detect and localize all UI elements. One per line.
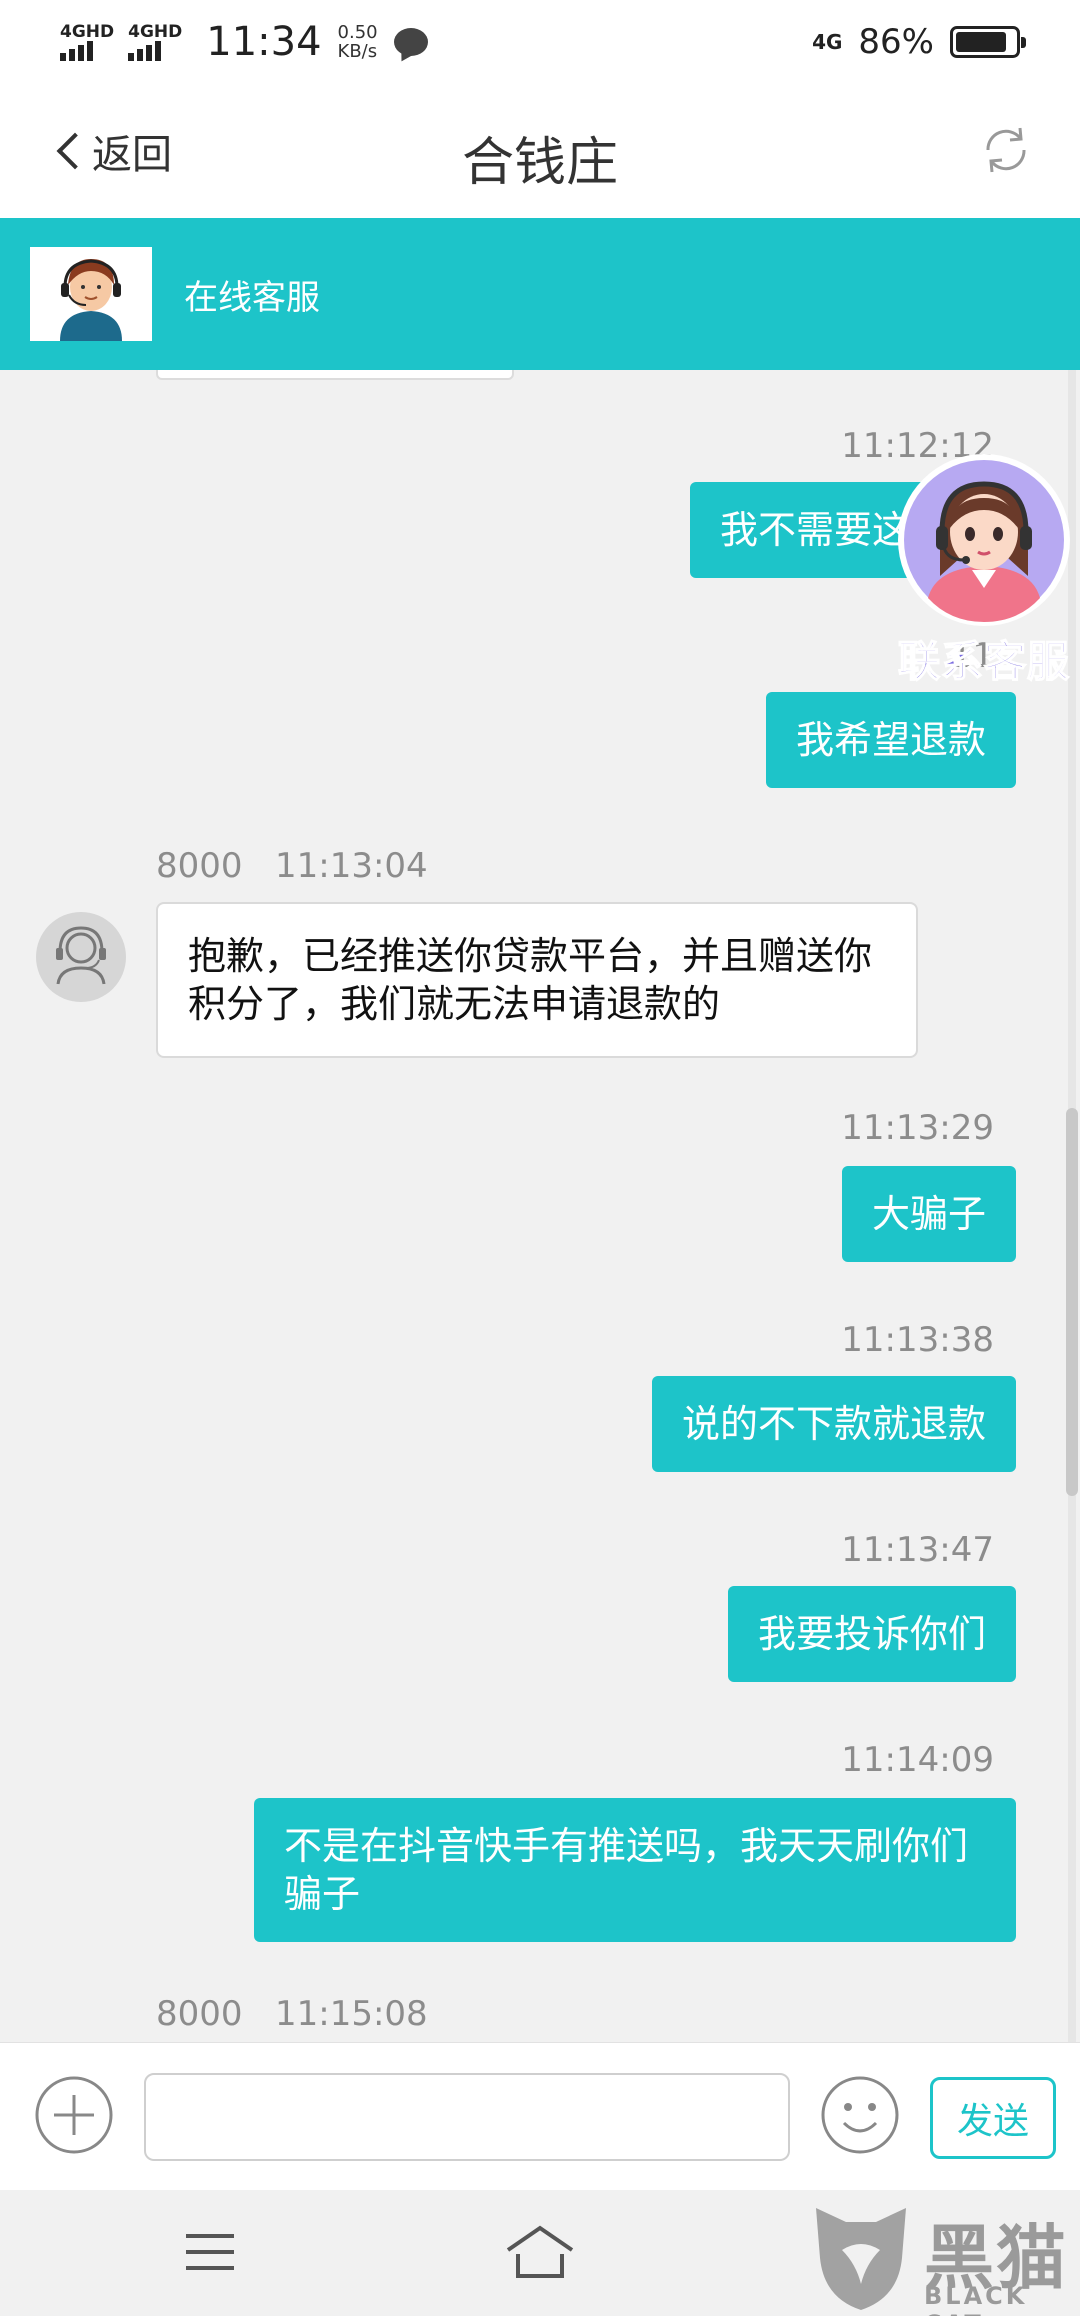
- battery-fill: [956, 32, 1006, 52]
- top-nav: 返回 合钱庄: [0, 84, 1080, 218]
- watermark-subtext: BLACK CAT: [924, 2282, 1028, 2316]
- speed-unit: KB/s: [337, 41, 378, 62]
- message-timestamp: 11:15:08: [274, 1994, 428, 2034]
- sender-id: 8000: [156, 1994, 243, 2034]
- banner-title: 在线客服: [184, 277, 320, 318]
- scrollbar[interactable]: [1066, 1108, 1078, 1496]
- page-title: 合钱庄: [461, 133, 618, 193]
- agent-avatar: [36, 912, 126, 1002]
- message-timestamp: 11:13:47: [841, 1530, 994, 1570]
- smiley-icon[interactable]: [820, 2075, 900, 2155]
- watermark: 黑猫 BLACK CAT: [806, 2198, 1080, 2316]
- battery-icon: [950, 26, 1026, 58]
- message-sender-row: 8000 11:13:04: [156, 846, 428, 886]
- agent-illustration: [30, 247, 152, 341]
- message-timestamp: 11:13:29: [841, 1108, 994, 1148]
- message-input[interactable]: [144, 2073, 790, 2161]
- status-bar: 4GHD 4GHD 11:34 0.50 KB/s 4G 86%: [0, 0, 1080, 84]
- outgoing-message[interactable]: 大骗子: [841, 1166, 1016, 1262]
- headset-user-icon: [56, 926, 106, 985]
- customer-service-avatar: [30, 247, 152, 341]
- system-nav-bar: 黑猫 BLACK CAT: [0, 2190, 1080, 2316]
- clock: 11:34: [206, 19, 322, 65]
- sim2-label: 4GHD: [128, 22, 183, 42]
- outgoing-message[interactable]: 不是在抖音快手有推送吗，我天天刷你们骗子: [254, 1798, 1016, 1942]
- contact-support-widget[interactable]: 联系客服: [888, 448, 1080, 688]
- message-timestamp: 11:13:04: [274, 846, 428, 886]
- plus-circle-icon[interactable]: [34, 2075, 114, 2155]
- contact-support-label: 联系客服: [897, 636, 1070, 687]
- battery-percent: 86%: [858, 22, 934, 62]
- previous-message-stub: [156, 370, 514, 380]
- outgoing-message[interactable]: 说的不下款就退款: [651, 1376, 1016, 1472]
- outgoing-message[interactable]: 我希望退款: [765, 692, 1016, 788]
- sim1-signal: 4GHD: [60, 23, 114, 61]
- cat-logo-icon: [816, 2208, 906, 2310]
- network-speed: 0.50 KB/s: [338, 23, 378, 61]
- incoming-message[interactable]: 抱歉，已经推送你贷款平台，并且赠送你积分了，我们就无法申请退款的: [156, 902, 918, 1058]
- message-timestamp: 11:14:09: [841, 1740, 994, 1780]
- sender-id: 8000: [156, 846, 243, 886]
- signal-icon: [60, 41, 93, 61]
- message-sender-row: 8000 11:15:08: [156, 1994, 428, 2034]
- sim1-label: 4GHD: [60, 22, 115, 42]
- message-bubble-icon: [393, 28, 428, 56]
- menu-icon[interactable]: [184, 2232, 236, 2272]
- refresh-icon[interactable]: [976, 120, 1036, 180]
- headset-agent-icon: [898, 454, 1070, 626]
- message-timestamp: 11:13:38: [841, 1320, 994, 1360]
- sim2-signal: 4GHD: [128, 23, 182, 61]
- outgoing-message[interactable]: 我要投诉你们: [727, 1586, 1016, 1682]
- service-banner: 在线客服: [0, 218, 1080, 370]
- message-input-bar: 发送: [0, 2042, 1080, 2190]
- speed-value: 0.50: [337, 22, 378, 43]
- send-button[interactable]: 发送: [930, 2077, 1056, 2159]
- signal-icon: [128, 41, 162, 61]
- home-icon[interactable]: [504, 2224, 576, 2280]
- network-type: 4G: [812, 30, 843, 54]
